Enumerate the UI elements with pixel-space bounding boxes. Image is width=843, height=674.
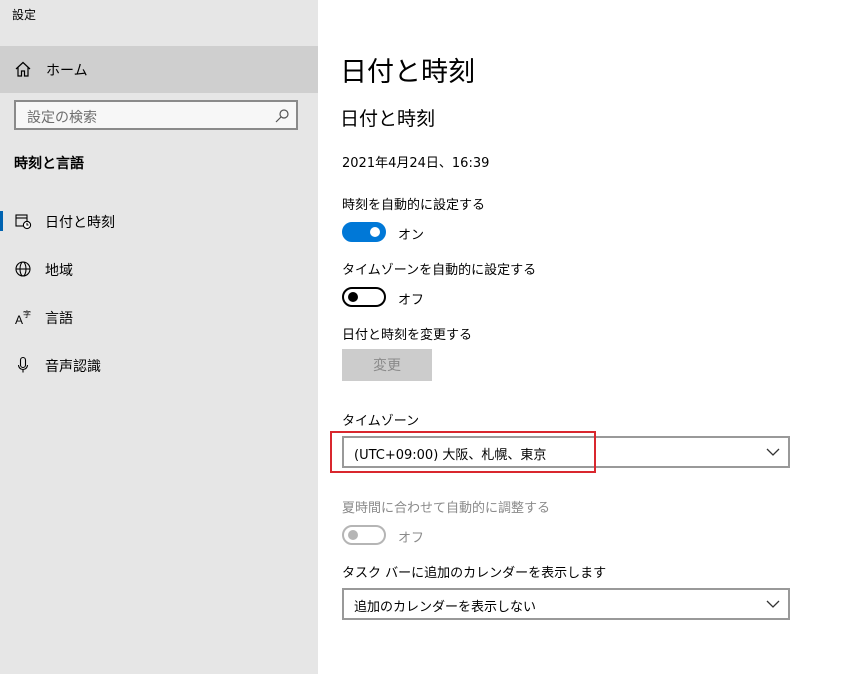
app-title: 設定	[12, 8, 37, 22]
search-placeholder: 設定の検索	[27, 110, 97, 126]
main-content: 日付と時刻 日付と時刻 2021年4月24日、16:39 時刻を自動的に設定する…	[318, 0, 843, 674]
auto-time-toggle[interactable]	[342, 222, 386, 242]
language-icon: A 字	[15, 309, 31, 326]
svg-text:A: A	[15, 313, 23, 326]
search-icon[interactable]	[274, 108, 290, 124]
page-title: 日付と時刻	[340, 57, 475, 88]
dst-label: 夏時間に合わせて自動的に調整する	[342, 501, 551, 516]
sidebar-item-label: 日付と時刻	[45, 215, 115, 231]
sidebar-item-region[interactable]: 地域	[0, 249, 318, 289]
auto-timezone-toggle[interactable]	[342, 287, 386, 307]
globe-icon	[15, 261, 31, 277]
timezone-label: タイムゾーン	[342, 414, 420, 429]
auto-timezone-state: オフ	[398, 293, 425, 308]
calendar-clock-icon	[15, 214, 32, 230]
change-datetime-button[interactable]: 変更	[342, 349, 432, 381]
chevron-down-icon	[766, 448, 780, 456]
section-heading: 日付と時刻	[340, 108, 436, 130]
current-datetime: 2021年4月24日、16:39	[342, 156, 490, 171]
auto-time-label: 時刻を自動的に設定する	[342, 198, 486, 213]
chevron-down-icon	[766, 600, 780, 608]
change-datetime-label: 日付と時刻を変更する	[342, 328, 473, 343]
dst-state: オフ	[398, 531, 425, 546]
extra-calendar-dropdown[interactable]: 追加のカレンダーを表示しない	[342, 588, 790, 620]
auto-timezone-label: タイムゾーンを自動的に設定する	[342, 263, 537, 278]
svg-text:字: 字	[23, 309, 31, 319]
settings-search-input[interactable]: 設定の検索	[14, 100, 298, 130]
auto-time-state: オン	[398, 228, 425, 243]
toggle-knob	[370, 227, 380, 237]
selected-indicator	[0, 211, 3, 231]
microphone-icon	[17, 356, 29, 373]
sidebar-item-label: 地域	[45, 263, 73, 279]
sidebar: 設定 ホーム 設定の検索 時刻と言語 日付と時刻 地域 A 字 言語 音声認識	[0, 0, 318, 674]
sidebar-item-label: 言語	[45, 311, 73, 327]
extra-calendar-value: 追加のカレンダーを表示しない	[354, 600, 537, 615]
section-title: 時刻と言語	[14, 156, 84, 172]
sidebar-item-speech[interactable]: 音声認識	[0, 345, 318, 385]
home-nav-item[interactable]: ホーム	[0, 46, 318, 93]
sidebar-item-language[interactable]: A 字 言語	[0, 297, 318, 337]
home-icon	[15, 61, 31, 77]
extra-calendar-label: タスク バーに追加のカレンダーを表示します	[342, 566, 607, 581]
toggle-knob	[348, 292, 358, 302]
highlight-box	[330, 431, 596, 473]
sidebar-item-date-time[interactable]: 日付と時刻	[0, 201, 318, 241]
dst-toggle[interactable]	[342, 525, 386, 545]
home-label: ホーム	[46, 63, 88, 79]
toggle-knob	[348, 530, 358, 540]
sidebar-item-label: 音声認識	[45, 359, 101, 375]
